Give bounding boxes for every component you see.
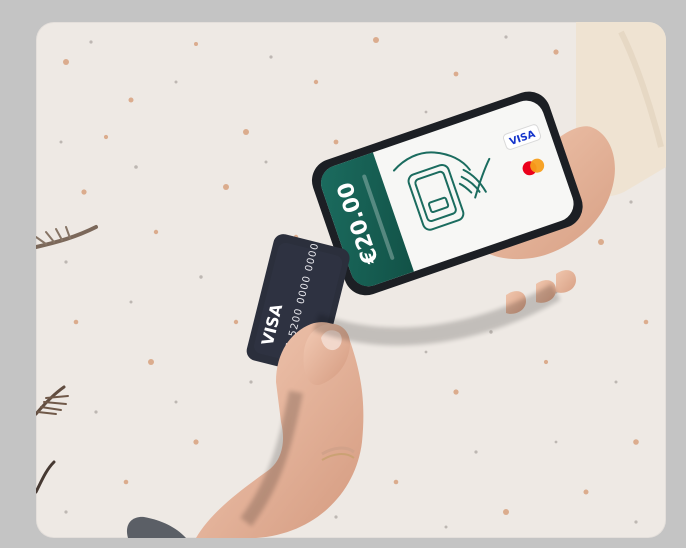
photo-illustration: €20.00 VISA 4871 5200 0000 0000 VISA <box>36 22 666 538</box>
screenshot-frame: €20.00 VISA 4871 5200 0000 0000 VISA <box>0 0 686 548</box>
sleeve-bottom <box>126 516 186 538</box>
dried-plant-top-left <box>36 225 98 249</box>
dried-plant-bottom-left <box>36 385 69 494</box>
card-hand <box>126 322 364 538</box>
phone: €20.00 VISA <box>311 91 583 296</box>
photo: €20.00 VISA 4871 5200 0000 0000 VISA <box>36 22 666 538</box>
